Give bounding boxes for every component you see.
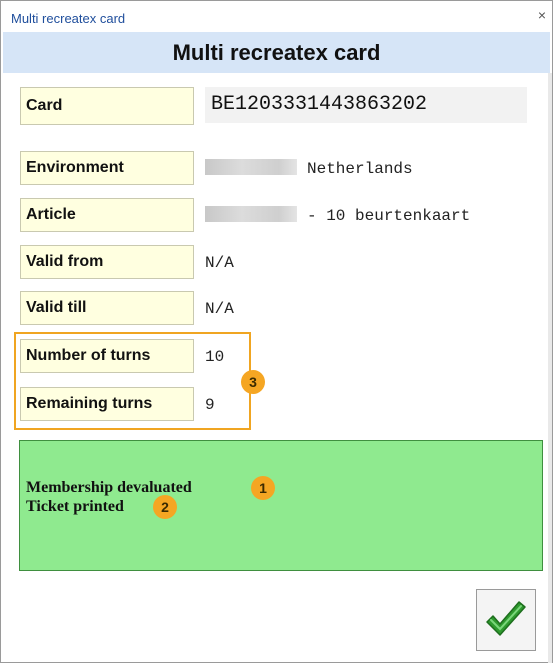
remaining-turns-value: 9 [205, 396, 215, 414]
checkmark-icon [486, 601, 526, 636]
number-of-turns-label: Number of turns [20, 339, 194, 373]
number-of-turns-value: 10 [205, 348, 225, 366]
dialog-header: Multi recreatex card [3, 32, 550, 73]
article-label: Article [20, 198, 194, 232]
callout-badge-1: 1 [251, 476, 275, 500]
valid-from-label: Valid from [20, 245, 194, 279]
dialog-window: Multi recreatex card × Multi recreatex c… [0, 0, 553, 663]
redacted-block [205, 205, 297, 222]
environment-label: Environment [20, 151, 194, 185]
card-number-field[interactable]: BE1203331443863202 [205, 87, 527, 123]
status-panel: Membership devaluated Ticket printed [19, 440, 543, 571]
card-label: Card [20, 87, 194, 125]
valid-till-value: N/A [205, 300, 234, 318]
valid-till-label: Valid till [20, 291, 194, 325]
title-bar: Multi recreatex card × [1, 1, 552, 31]
environment-text: Netherlands [307, 160, 413, 178]
article-value: - 10 beurtenkaart [205, 205, 471, 226]
article-text: - 10 beurtenkaart [307, 207, 471, 225]
environment-value: Netherlands [205, 158, 413, 179]
close-icon[interactable]: × [538, 8, 546, 22]
redacted-block [205, 158, 297, 175]
valid-from-value: N/A [205, 254, 234, 272]
remaining-turns-label: Remaining turns [20, 387, 194, 421]
callout-badge-3: 3 [241, 370, 265, 394]
ok-button[interactable] [476, 589, 536, 651]
callout-badge-2: 2 [153, 495, 177, 519]
window-title: Multi recreatex card [11, 11, 126, 26]
scrollbar[interactable] [548, 73, 552, 663]
status-message-ticket: Ticket printed [26, 498, 124, 515]
